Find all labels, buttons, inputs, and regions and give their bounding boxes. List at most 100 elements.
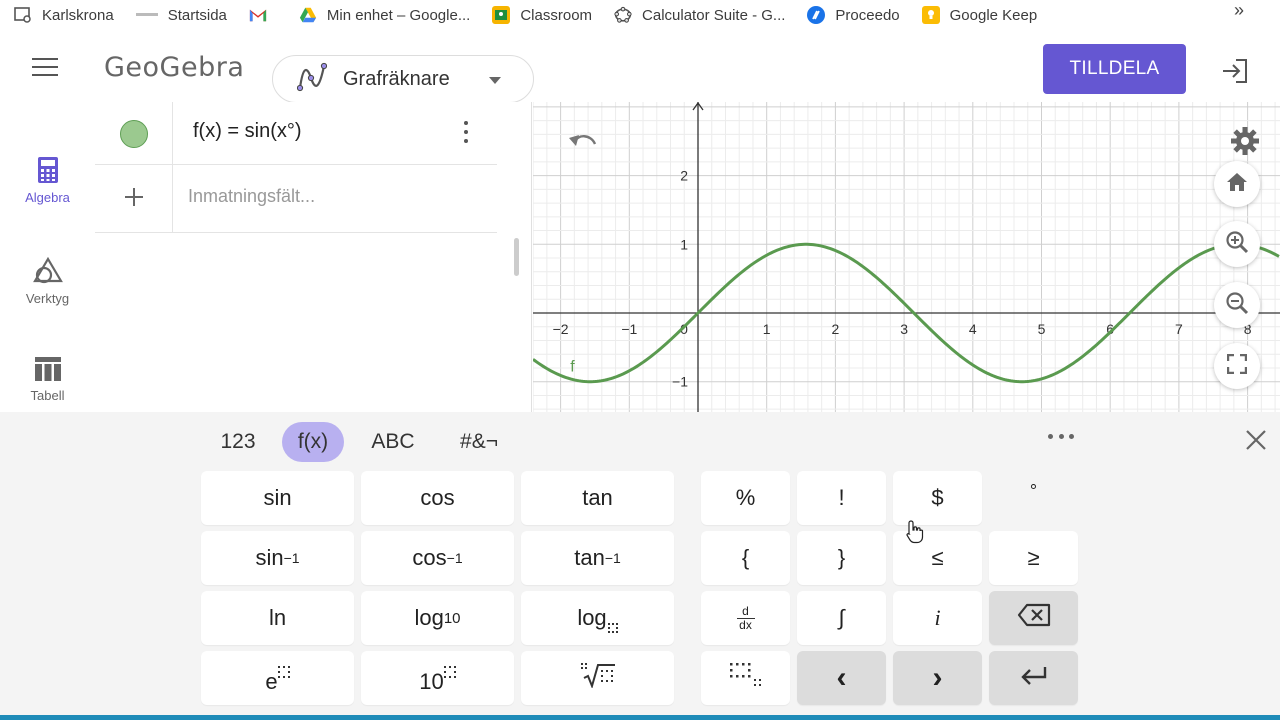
app-switcher-dropdown[interactable]: Grafräknare [272,55,534,103]
home-icon [1226,172,1248,197]
key-cursor-right[interactable]: › [893,651,982,705]
key-arcsin[interactable]: sin −1 [201,531,354,585]
add-item-button[interactable] [95,165,173,233]
key-integral[interactable]: ∫ [797,591,886,645]
key-greater-equal[interactable]: ≥ [989,531,1078,585]
x-tick-label: 2 [832,321,840,337]
key-exp[interactable]: e [201,651,354,705]
key-cursor-left[interactable]: ‹ [797,651,886,705]
shapes-icon [0,257,95,285]
key-percent[interactable]: % [701,471,790,525]
undo-icon[interactable] [567,128,599,157]
key-label: log [414,605,444,630]
bookmark-gmail[interactable] [249,6,277,24]
nav-label: Tabell [30,388,65,403]
graphics-view[interactable]: −2 −1 0 1 2 3 4 5 6 7 8 2 1 −1 f [533,102,1280,412]
keep-icon [921,6,940,24]
app-header: GeoGebra Grafräknare TILLDELA [0,36,1280,103]
bookmark-startsida[interactable]: Startsida [135,6,227,24]
settings-gear-icon[interactable] [1230,126,1260,161]
fullscreen-icon [1226,353,1248,379]
plus-icon [124,187,144,212]
more-keyboards-icon[interactable] [1048,434,1074,439]
key-subscript: 10 [443,609,461,627]
bookmark-label: Google Keep [949,6,1038,24]
graphing-app-icon [296,62,328,97]
derivative-numerator: d [742,603,749,618]
zoom-in-button[interactable] [1214,221,1260,267]
placeholder-box-icon [277,658,290,684]
key-enter[interactable] [989,651,1078,705]
key-right-brace[interactable]: } [797,531,886,585]
tab-symbols[interactable]: #&¬ [448,422,510,462]
visibility-toggle[interactable] [95,102,173,165]
key-sin[interactable]: sin [201,471,354,525]
placeholder-box-icon [607,613,618,639]
assign-button[interactable]: TILLDELA [1043,44,1186,94]
key-subscript[interactable] [701,651,790,705]
nav-verktyg[interactable]: Verktyg [0,257,95,306]
tab-123[interactable]: 123 [210,422,266,462]
close-keyboard-icon[interactable] [1244,428,1268,452]
algebra-row-f[interactable]: f(x) = sin(x°) [95,102,497,165]
x-tick-label: 4 [969,321,977,337]
key-factorial[interactable]: ! [797,471,886,525]
key-pow10[interactable]: 10 [361,651,514,705]
chevron-down-icon [489,77,501,84]
object-color-dot[interactable] [119,119,148,148]
key-backspace[interactable] [989,591,1078,645]
fullscreen-button[interactable] [1214,343,1260,389]
bookmark-label: Karlskrona [42,6,114,24]
graph-canvas[interactable]: −2 −1 0 1 2 3 4 5 6 7 821−1f [533,102,1280,412]
key-superscript: −1 [283,550,300,566]
bookmark-proceedo[interactable]: Proceedo [807,6,900,24]
function-label: f [570,358,575,375]
app-switcher-label: Grafräknare [343,67,450,90]
key-superscript: −1 [446,550,463,566]
derivative-fraction: d dx [736,603,755,632]
key-tan[interactable]: tan [521,471,674,525]
algebra-input-row[interactable]: Inmatningsfält... [95,165,497,233]
tab-abc[interactable]: ABC [362,422,424,462]
key-dollar[interactable]: $ [893,471,982,525]
key-nth-root[interactable] [521,651,674,705]
key-label: 10 [419,669,444,694]
more-options-icon[interactable] [463,121,469,145]
algebra-expression[interactable]: f(x) = sin(x°) [193,120,302,143]
key-imaginary[interactable]: i [893,591,982,645]
nav-tabell[interactable]: Tabell [0,356,95,403]
x-tick-label: −1 [621,321,637,337]
home-button[interactable] [1214,161,1260,207]
bookmark-drive[interactable]: Min enhet – Google... [299,6,470,24]
input-field[interactable]: Inmatningsfält... [188,186,315,207]
zoom-out-button[interactable] [1214,282,1260,328]
tab-fx[interactable]: f(x) [282,422,344,462]
key-arctan[interactable]: tan −1 [521,531,674,585]
bookmark-calculator-suite[interactable]: Calculator Suite - G... [614,6,785,24]
hamburger-menu-icon[interactable] [32,58,58,78]
geogebra-icon [614,6,632,24]
key-ln[interactable]: ln [201,591,354,645]
key-arccos[interactable]: cos −1 [361,531,514,585]
placeholder-box-icon [443,658,456,684]
bookmark-google-keep[interactable]: Google Keep [921,6,1038,24]
x-tick-label: −2 [553,321,569,337]
table-icon [0,356,95,382]
zoom-out-icon [1225,291,1249,320]
key-degree[interactable]: ° [989,471,1078,525]
key-derivative[interactable]: d dx [701,591,790,645]
page-icon [135,6,158,24]
sign-in-icon[interactable] [1220,56,1250,86]
nav-algebra[interactable]: Algebra [0,156,95,205]
bookmark-classroom[interactable]: Classroom [492,6,592,24]
key-cos[interactable]: cos [361,471,514,525]
key-log10[interactable]: log 10 [361,591,514,645]
bookmark-label: Min enhet – Google... [326,6,471,24]
bookmarks-more-button[interactable]: » [1234,0,1244,21]
bookmark-karlskrona[interactable]: Karlskrona [14,6,114,24]
algebra-scrollbar[interactable] [514,238,519,276]
key-log-base[interactable]: log [521,591,674,645]
nav-label: Verktyg [25,291,70,306]
key-left-brace[interactable]: { [701,531,790,585]
side-navigation: Algebra Verktyg Tabell [0,102,95,412]
